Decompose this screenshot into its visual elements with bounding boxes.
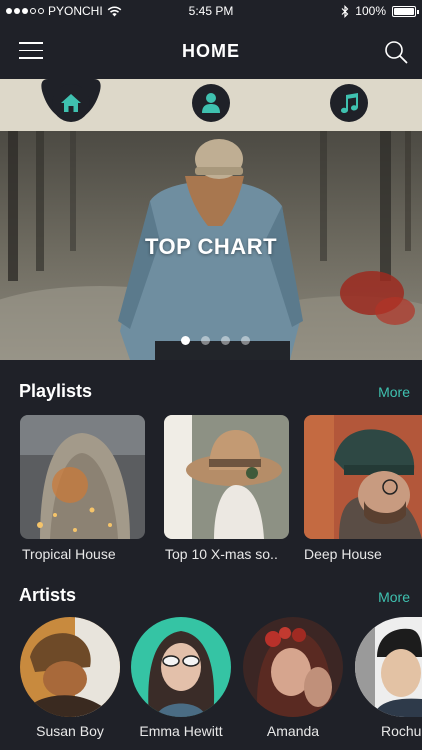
hero-title: TOP CHART xyxy=(144,234,278,259)
carousel-dot[interactable] xyxy=(181,336,190,345)
carousel-dots xyxy=(181,336,250,345)
playlist-card-label: Top 10 X-mas so.. xyxy=(165,546,278,562)
artist-avatar-image xyxy=(20,617,120,717)
artists-section-title: Artists xyxy=(19,585,77,605)
artists-more-link[interactable]: More xyxy=(378,589,410,605)
music-note-icon xyxy=(341,93,358,113)
artist-avatar-label: Emma Hewitt xyxy=(139,723,223,739)
search-icon[interactable] xyxy=(384,40,408,64)
artist-avatar-rochu[interactable] xyxy=(355,617,422,717)
artist-avatar-label: Rochu xyxy=(381,723,422,739)
playlist-card-tropical-house[interactable] xyxy=(20,415,145,539)
playlist-cover-image xyxy=(20,415,145,539)
bluetooth-icon xyxy=(341,4,349,18)
page-title: HOME xyxy=(182,41,240,61)
playlists-more-link[interactable]: More xyxy=(378,384,410,400)
artist-avatar-amanda[interactable] xyxy=(243,617,343,717)
artist-avatar-image xyxy=(131,617,231,717)
status-right: 100% xyxy=(341,4,419,18)
app-header: HOME xyxy=(0,22,422,80)
playlist-card-label: Deep House xyxy=(304,546,382,562)
carousel-dot[interactable] xyxy=(221,336,230,345)
tab-home[interactable] xyxy=(52,84,90,122)
battery-icon xyxy=(392,5,419,17)
artist-avatar-image xyxy=(243,617,343,717)
playlists-section-title: Playlists xyxy=(19,381,93,401)
artist-avatar-label: Susan Boy xyxy=(36,723,104,739)
hero-banner[interactable]: TOP CHART xyxy=(0,131,422,360)
tab-music[interactable] xyxy=(330,84,368,122)
home-icon xyxy=(61,94,81,112)
battery-percent: 100% xyxy=(355,4,386,18)
carousel-dot[interactable] xyxy=(241,336,250,345)
tab-artists[interactable] xyxy=(192,84,230,122)
playlist-card-deep-house[interactable] xyxy=(304,415,422,539)
person-icon xyxy=(202,93,220,113)
artist-avatar-emma-hewitt[interactable] xyxy=(131,617,231,717)
artist-avatar-susan-boy[interactable] xyxy=(20,617,120,717)
status-bar: PYONCHI 5:45 PM 100% xyxy=(0,0,422,22)
playlist-cover-image xyxy=(164,415,289,539)
carousel-dot[interactable] xyxy=(201,336,210,345)
playlist-card-label: Tropical House xyxy=(22,546,116,562)
playlist-card-top-10-xmas[interactable] xyxy=(164,415,289,539)
artist-avatar-label: Amanda xyxy=(266,723,320,739)
playlist-cover-image xyxy=(304,415,422,539)
artist-avatar-image xyxy=(355,617,422,717)
